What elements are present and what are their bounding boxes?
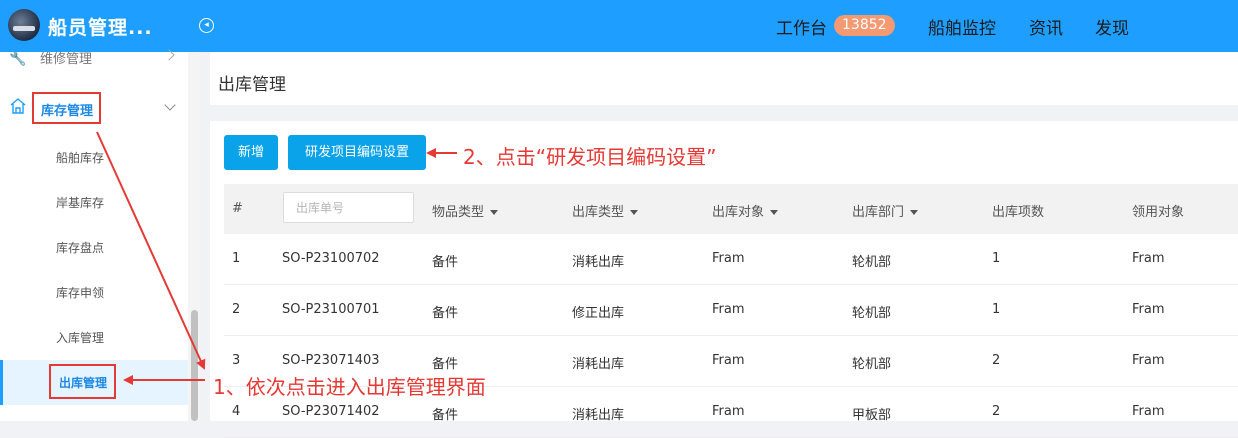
annotation-arrows <box>96 131 457 385</box>
annotation-step1: 1、依次点击进入出库管理界面 <box>213 375 486 399</box>
annotation-step2: 2、点击“研发项目编码设置” <box>463 145 717 169</box>
arrow-step1-diagonal <box>96 131 206 370</box>
